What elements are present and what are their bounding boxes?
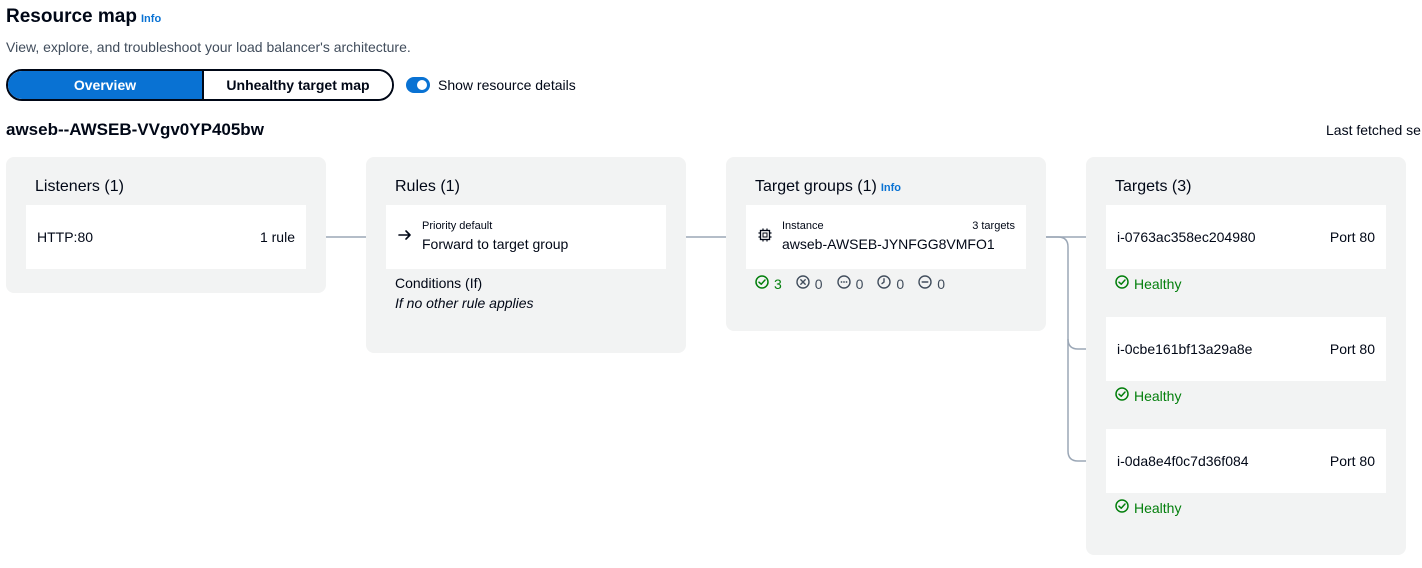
rules-panel: Rules (1) Priority default Forward to ta…	[366, 157, 686, 353]
target-groups-title-row: Target groups (1) Info	[755, 178, 901, 196]
target-groups-panel: Target groups (1) Info Instance 3 targets…	[726, 157, 1046, 331]
listeners-title: Listeners (1)	[35, 178, 124, 195]
targets-panel: Targets (3) i-0763ac358ec204980 Port 80 …	[1086, 157, 1406, 555]
status-unhealthy-count: 0	[814, 275, 823, 292]
rule-card[interactable]: Priority default Forward to target group	[386, 205, 666, 269]
status-unused: 0	[836, 275, 864, 292]
check-circle-icon	[1115, 387, 1129, 404]
target-health-label: Healthy	[1134, 387, 1182, 404]
status-draining: 0	[877, 275, 904, 292]
check-circle-icon	[1115, 275, 1129, 292]
status-healthy: 3	[755, 275, 782, 292]
target-id: i-0da8e4f0c7d36f084	[1117, 453, 1249, 469]
target-health-status: Healthy	[1115, 275, 1181, 292]
target-card[interactable]: i-0da8e4f0c7d36f084 Port 80	[1106, 429, 1386, 493]
target-group-count: 3 targets	[972, 220, 1015, 232]
rules-title: Rules (1)	[395, 178, 460, 195]
rule-conditions-title: Conditions (If)	[395, 275, 483, 291]
status-draining-count: 0	[896, 275, 905, 292]
status-unavailable-count: 0	[937, 275, 945, 292]
arrow-right-icon	[397, 227, 413, 248]
cpu-chip-icon	[757, 227, 773, 248]
target-card[interactable]: i-0cbe161bf13a29a8e Port 80	[1106, 317, 1386, 381]
target-groups-title: Target groups (1)	[755, 178, 877, 195]
target-port: Port 80	[1329, 341, 1375, 357]
dots-circle-icon	[836, 275, 851, 292]
status-unhealthy: 0	[796, 275, 823, 292]
targets-title: Targets (3)	[1115, 178, 1192, 195]
rule-conditions-value: If no other rule applies	[395, 295, 534, 311]
listener-card[interactable]: HTTP:80 1 rule	[26, 205, 306, 269]
target-port: Port 80	[1329, 229, 1375, 245]
target-group-status-row: 3 0 0 0 0	[755, 275, 945, 292]
target-id: i-0763ac358ec204980	[1117, 229, 1256, 245]
rule-action: Forward to target group	[422, 236, 569, 252]
listener-rule-count: 1 rule	[259, 229, 295, 245]
target-health-label: Healthy	[1134, 275, 1182, 292]
target-card[interactable]: i-0763ac358ec204980 Port 80	[1106, 205, 1386, 269]
target-group-name: awseb-AWSEB-JYNFGG8VMFO1	[782, 236, 995, 252]
check-circle-icon	[755, 275, 769, 292]
rule-priority: Priority default	[422, 220, 493, 232]
target-group-type: Instance	[782, 220, 824, 232]
x-circle-icon	[796, 275, 810, 292]
target-id: i-0cbe161bf13a29a8e	[1117, 341, 1253, 357]
status-unavailable: 0	[918, 275, 945, 292]
listener-name: HTTP:80	[37, 229, 94, 245]
status-healthy-count: 3	[774, 275, 782, 292]
listeners-panel: Listeners (1) HTTP:80 1 rule	[6, 157, 326, 293]
minus-circle-icon	[918, 275, 932, 292]
check-circle-icon	[1115, 499, 1129, 516]
target-group-card[interactable]: Instance 3 targets awseb-AWSEB-JYNFGG8VM…	[746, 205, 1026, 269]
clock-circle-icon	[877, 275, 892, 292]
target-port: Port 80	[1329, 453, 1375, 469]
status-unused-count: 0	[855, 275, 864, 292]
target-groups-info-link[interactable]: Info	[881, 182, 901, 194]
target-health-label: Healthy	[1134, 499, 1182, 516]
target-health-status: Healthy	[1115, 387, 1181, 404]
target-health-status: Healthy	[1115, 499, 1181, 516]
